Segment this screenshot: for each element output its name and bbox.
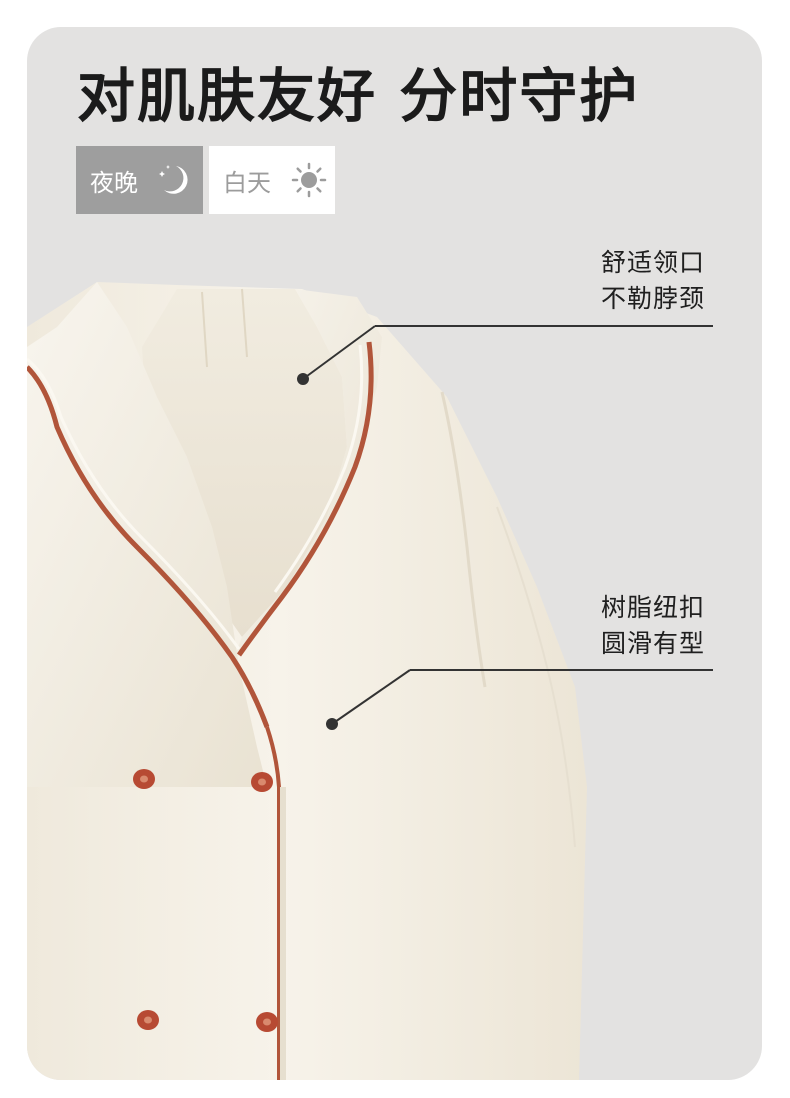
page-headline: 对肌肤友好 分时守护 (77, 62, 640, 130)
tab-day-mode[interactable]: 白天 (209, 146, 335, 214)
callout-buttons: 树脂纽扣 圆滑有型 (601, 590, 705, 662)
callout-collar-line1: 舒适领口 (600, 248, 705, 277)
callout-collar: 舒适领口 不勒脖颈 (601, 245, 705, 317)
button-top-right (251, 772, 273, 792)
button-bottom-right (256, 1012, 278, 1032)
tab-night-label: 夜晚 (90, 168, 138, 197)
moon-stars-icon (159, 165, 188, 194)
sun-icon (291, 162, 327, 198)
tab-night-mode[interactable]: 夜晚 (76, 146, 203, 214)
callout-buttons-line1: 树脂纽扣 (600, 593, 705, 622)
product-card: 对肌肤友好 分时守护 夜晚 白天 舒适领口 不勒脖颈 树脂纽扣 圆滑有型 (27, 27, 762, 1080)
callout-buttons-line2: 圆滑有型 (600, 629, 705, 658)
button-top-left (133, 769, 155, 789)
tab-day-label: 白天 (223, 168, 271, 197)
button-bottom-left (137, 1010, 159, 1030)
callout-collar-line2: 不勒脖颈 (600, 284, 705, 313)
